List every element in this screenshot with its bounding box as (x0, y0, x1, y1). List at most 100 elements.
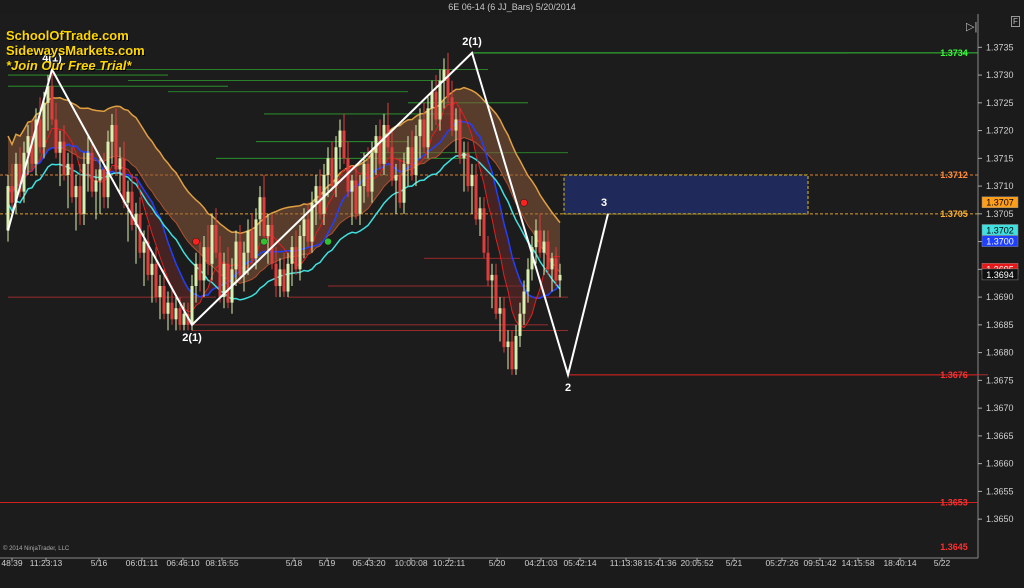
candle-body (110, 125, 114, 142)
candle-body (542, 241, 546, 253)
time-tick-label: 06:46:10 (166, 558, 199, 568)
candle-body (338, 130, 342, 148)
candle-body (270, 224, 274, 264)
candle-body (142, 241, 146, 253)
price-tick-label: 1.3660 (986, 459, 1014, 469)
candle-body (42, 102, 46, 148)
play-bar-icon[interactable]: ▷| (966, 20, 977, 33)
signal-dot-green (324, 237, 332, 246)
candle-body (398, 174, 402, 203)
f-box-icon[interactable]: F (1011, 16, 1020, 27)
candle-body (282, 269, 286, 292)
candle-body (262, 197, 266, 237)
candle-body (218, 252, 222, 298)
candle-body (414, 136, 418, 175)
candle-body (538, 230, 542, 253)
time-tick-label: 14:15:58 (841, 558, 874, 568)
price-tick-label: 1.3680 (986, 348, 1014, 358)
candle-body (242, 252, 246, 275)
time-tick-label: 08:16:55 (205, 558, 238, 568)
candle-body (326, 158, 330, 175)
candle-body (62, 141, 66, 175)
price-tick-label: 1.3685 (986, 320, 1014, 330)
candle-body (462, 152, 466, 159)
candle-body (74, 186, 78, 198)
candle-body (234, 241, 238, 270)
candle-body (410, 147, 414, 175)
signal-dot-red (192, 237, 200, 246)
candle-body (50, 86, 54, 120)
candle-body (58, 141, 62, 153)
candle-body (206, 247, 210, 264)
candle-body (294, 247, 298, 270)
candle-body (254, 219, 258, 259)
candle-body (426, 108, 430, 148)
candle-body (354, 180, 358, 214)
candle-body (418, 119, 422, 137)
candle-body (482, 208, 486, 253)
price-tick-label: 1.3715 (986, 153, 1014, 163)
price-marker-label: 1.3705 (940, 209, 968, 219)
candle-body (518, 313, 522, 336)
candle-body (198, 263, 202, 281)
candle-body (506, 341, 510, 348)
signal-dot-green (260, 237, 268, 246)
time-tick-label: 5/16 (91, 558, 108, 568)
candle-body (554, 258, 558, 281)
time-axis: 48:39 11:23:13 5/16 06:01:11 06:46:10 08:16:5… (1, 558, 951, 568)
candle-body (78, 186, 82, 214)
time-tick-label: 04:21:03 (524, 558, 557, 568)
price-tick-label: 1.3650 (986, 514, 1014, 524)
candle-body (382, 125, 386, 164)
brand-line-3[interactable]: *Join Our Free Trial* (6, 58, 131, 73)
candle-body (158, 286, 162, 298)
candle-body (370, 152, 374, 192)
candle-body (430, 91, 434, 109)
candle-body (450, 97, 454, 131)
time-tick-label: 05:42:14 (563, 558, 596, 568)
candle-body (494, 274, 498, 314)
candle-body (486, 252, 490, 281)
candle-body (422, 119, 426, 148)
candle-body (390, 147, 394, 181)
time-tick-label: 5/22 (934, 558, 951, 568)
price-tick-label: 1.3725 (986, 98, 1014, 108)
price-tick-label: 1.3735 (986, 42, 1014, 52)
time-tick-label: 5/18 (286, 558, 303, 568)
candle-body (490, 274, 494, 281)
candle-body (162, 286, 166, 314)
brand-line-1[interactable]: SchoolOfTrade.com (6, 28, 129, 43)
time-tick-label: 10:00:08 (394, 558, 427, 568)
candle-body (166, 302, 170, 314)
swing-label: 2(1) (182, 332, 202, 344)
time-tick-label: 5/19 (319, 558, 336, 568)
candle-body (122, 158, 126, 203)
candle-body (362, 163, 366, 187)
candle-body (114, 125, 118, 170)
time-tick-label: 5/21 (726, 558, 743, 568)
candle-body (522, 291, 526, 314)
candle-body (474, 174, 478, 220)
candle-body (246, 230, 250, 253)
candle-body (202, 247, 206, 281)
price-marker-label: 1.3694 (986, 270, 1014, 280)
price-marker-label: 1.3645 (940, 542, 968, 552)
price-marker-label: 1.3707 (986, 198, 1014, 208)
candle-body (458, 119, 462, 159)
candle-body (130, 191, 134, 225)
time-tick-label: 20:05:52 (680, 558, 713, 568)
candle-body (174, 308, 178, 320)
candle-body (190, 286, 194, 325)
candle-body (546, 241, 550, 270)
candle-body (534, 230, 538, 248)
candle-body (102, 169, 106, 198)
candle-body (342, 130, 346, 159)
candle-body (170, 302, 174, 320)
swing-label: 2(1) (462, 36, 482, 48)
brand-line-2[interactable]: SidewaysMarkets.com (6, 43, 145, 58)
price-marker-label: 1.3702 (986, 225, 1014, 235)
candle-body (150, 263, 154, 275)
candle-body (350, 180, 354, 192)
candle-body (70, 163, 74, 198)
price-chart[interactable]: 4(1)2(1)2(1)23 1.36501.36551.36601.36651… (0, 14, 1024, 588)
